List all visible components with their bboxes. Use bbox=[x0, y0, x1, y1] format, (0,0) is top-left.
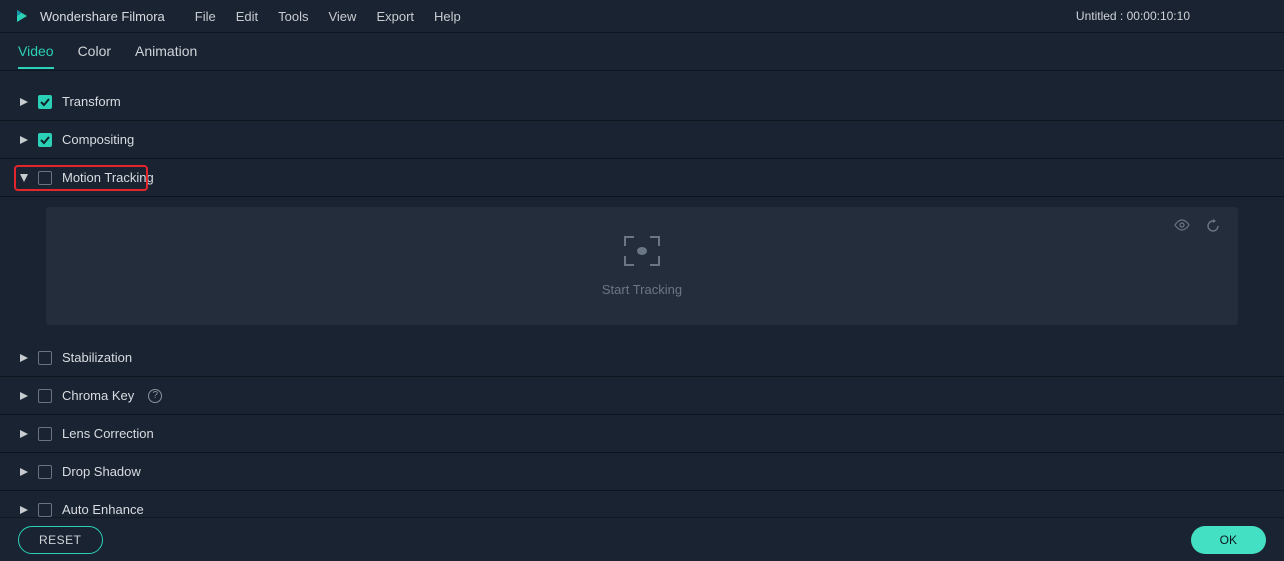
checkbox-drop-shadow[interactable] bbox=[38, 465, 52, 479]
reset-button[interactable]: RESET bbox=[18, 526, 103, 554]
menu-file[interactable]: File bbox=[195, 9, 216, 24]
checkbox-auto-enhance[interactable] bbox=[38, 503, 52, 517]
chevron-down-icon bbox=[20, 173, 30, 183]
section-compositing[interactable]: Compositing bbox=[0, 121, 1284, 159]
chevron-right-icon bbox=[20, 135, 30, 145]
section-chroma-key[interactable]: Chroma Key ? bbox=[0, 377, 1284, 415]
panel-actions bbox=[1174, 219, 1220, 233]
chevron-right-icon bbox=[20, 391, 30, 401]
menu-edit[interactable]: Edit bbox=[236, 9, 258, 24]
checkbox-chroma-key[interactable] bbox=[38, 389, 52, 403]
section-label: Auto Enhance bbox=[62, 502, 144, 517]
chevron-right-icon bbox=[20, 429, 30, 439]
app-name: Wondershare Filmora bbox=[40, 9, 165, 24]
app-logo-icon bbox=[14, 8, 30, 24]
tab-video[interactable]: Video bbox=[18, 34, 54, 69]
menu-view[interactable]: View bbox=[328, 9, 356, 24]
reset-icon[interactable] bbox=[1206, 219, 1220, 233]
section-auto-enhance[interactable]: Auto Enhance bbox=[0, 491, 1284, 517]
menu-export[interactable]: Export bbox=[376, 9, 414, 24]
main-menu: File Edit Tools View Export Help bbox=[195, 9, 461, 24]
checkbox-motion-tracking[interactable] bbox=[38, 171, 52, 185]
tab-animation[interactable]: Animation bbox=[135, 34, 197, 69]
section-label: Chroma Key bbox=[62, 388, 134, 403]
ok-button[interactable]: OK bbox=[1191, 526, 1266, 554]
section-lens-correction[interactable]: Lens Correction bbox=[0, 415, 1284, 453]
menu-tools[interactable]: Tools bbox=[278, 9, 308, 24]
section-label: Motion Tracking bbox=[62, 170, 154, 185]
section-label: Lens Correction bbox=[62, 426, 154, 441]
tracking-target-icon[interactable] bbox=[624, 236, 660, 266]
checkbox-transform[interactable] bbox=[38, 95, 52, 109]
visibility-icon[interactable] bbox=[1174, 219, 1190, 233]
motion-tracking-panel: Start Tracking bbox=[46, 207, 1238, 325]
section-stabilization[interactable]: Stabilization bbox=[0, 339, 1284, 377]
chevron-right-icon bbox=[20, 353, 30, 363]
section-label: Drop Shadow bbox=[62, 464, 141, 479]
chevron-right-icon bbox=[20, 97, 30, 107]
project-title: Untitled : 00:00:10:10 bbox=[1076, 9, 1270, 23]
checkbox-stabilization[interactable] bbox=[38, 351, 52, 365]
footer-bar: RESET OK bbox=[0, 517, 1284, 561]
checkbox-lens-correction[interactable] bbox=[38, 427, 52, 441]
titlebar: Wondershare Filmora File Edit Tools View… bbox=[0, 0, 1284, 33]
menu-help[interactable]: Help bbox=[434, 9, 461, 24]
chevron-right-icon bbox=[20, 467, 30, 477]
start-tracking-label[interactable]: Start Tracking bbox=[602, 282, 682, 297]
checkbox-compositing[interactable] bbox=[38, 133, 52, 147]
section-label: Compositing bbox=[62, 132, 134, 147]
section-drop-shadow[interactable]: Drop Shadow bbox=[0, 453, 1284, 491]
help-icon[interactable]: ? bbox=[148, 389, 162, 403]
section-motion-tracking[interactable]: Motion Tracking bbox=[0, 159, 1284, 197]
section-label: Transform bbox=[62, 94, 121, 109]
section-transform[interactable]: Transform bbox=[0, 83, 1284, 121]
section-label: Stabilization bbox=[62, 350, 132, 365]
properties-panel: Transform Compositing Motion Tracking St… bbox=[0, 71, 1284, 517]
tab-color[interactable]: Color bbox=[78, 34, 111, 69]
property-tabs: Video Color Animation bbox=[0, 33, 1284, 71]
chevron-right-icon bbox=[20, 505, 30, 515]
